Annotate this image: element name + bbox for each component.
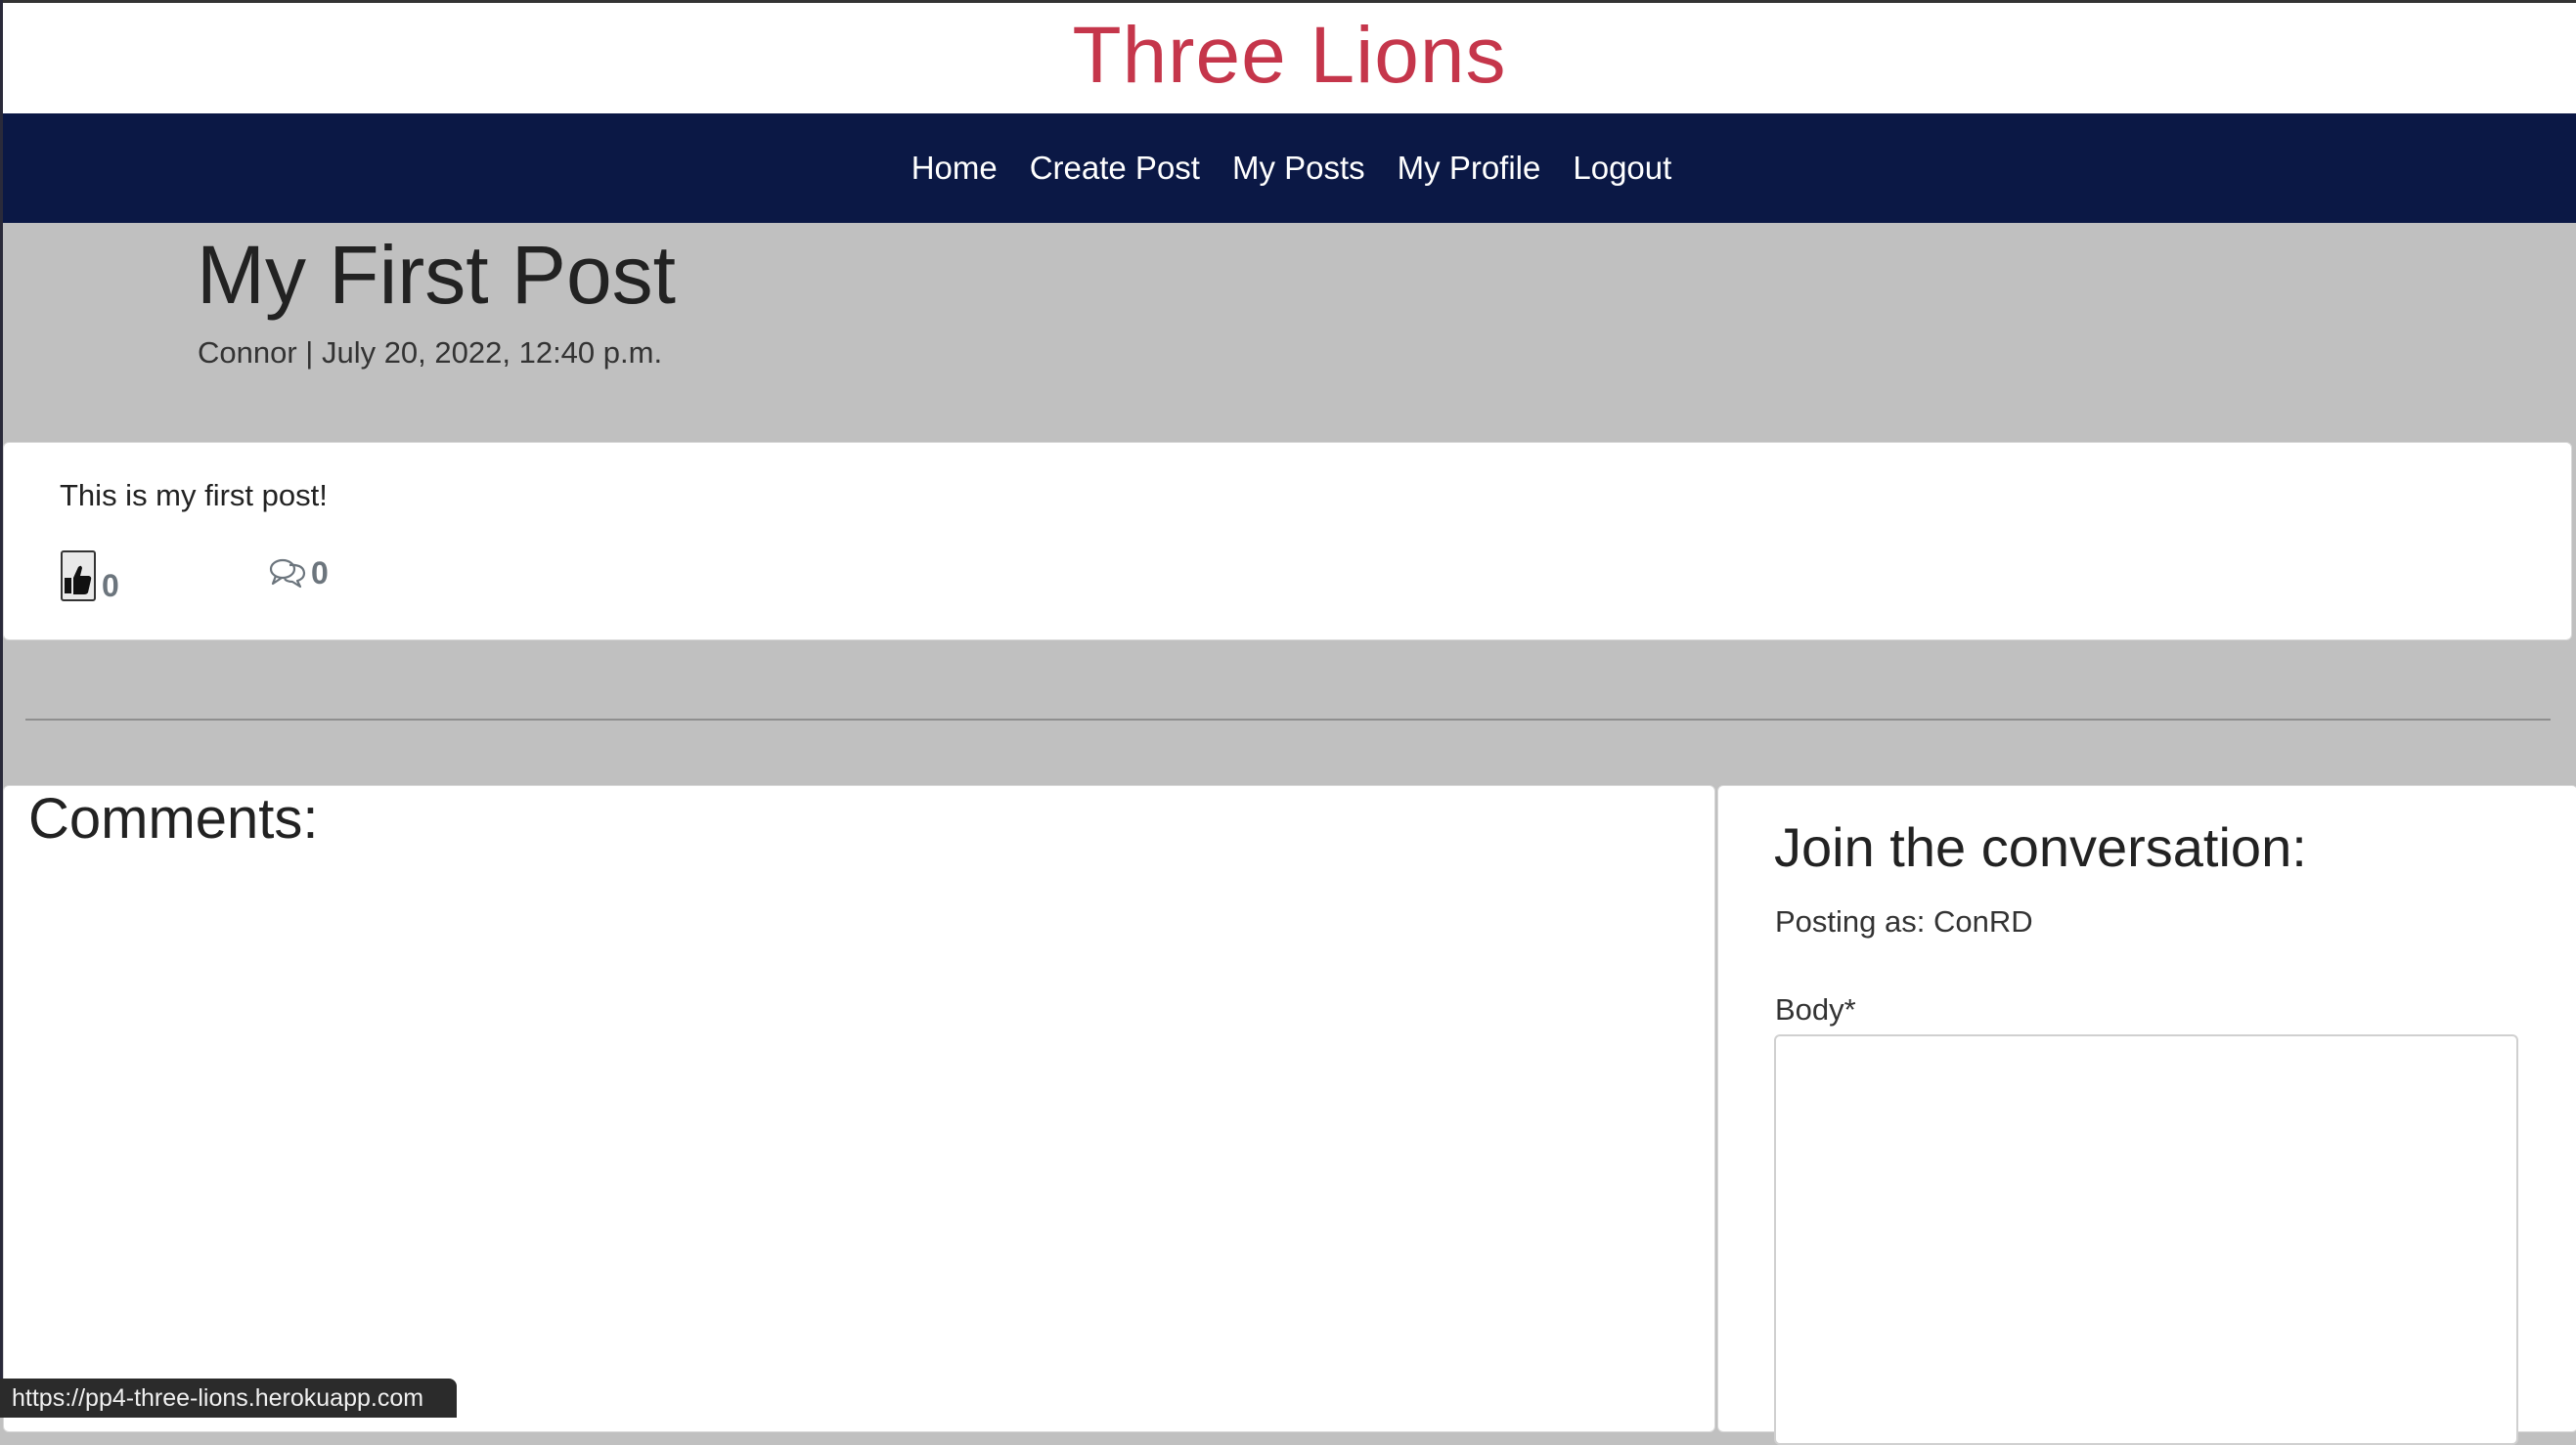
post-title: My First Post bbox=[197, 229, 677, 321]
comments-icon bbox=[269, 558, 306, 589]
section-divider bbox=[25, 719, 2551, 721]
nav-item-my-profile: My Profile bbox=[1398, 150, 1541, 187]
comments-heading: Comments: bbox=[28, 787, 319, 851]
post-content-card: This is my first post! 0 0 bbox=[3, 442, 2572, 640]
like-group: 0 bbox=[61, 550, 119, 601]
comment-body-input[interactable] bbox=[1774, 1034, 2518, 1445]
comment-form-heading: Join the conversation: bbox=[1774, 816, 2307, 878]
body-field-label: Body* bbox=[1775, 992, 1856, 1027]
link-status-bar: https://pp4-three-lions.herokuapp.com bbox=[0, 1379, 457, 1418]
post-author-date: Connor | July 20, 2022, 12:40 p.m. bbox=[198, 335, 663, 370]
like-count: 0 bbox=[102, 568, 119, 603]
brand-header: Three Lions bbox=[3, 3, 2576, 113]
comment-count-group: 0 bbox=[268, 556, 329, 590]
nav-link-logout[interactable]: Logout bbox=[1573, 150, 1671, 186]
nav-item-my-posts: My Posts bbox=[1232, 150, 1365, 187]
nav-link-my-profile[interactable]: My Profile bbox=[1398, 150, 1541, 186]
nav-link-create-post[interactable]: Create Post bbox=[1030, 150, 1200, 186]
nav-item-logout: Logout bbox=[1573, 150, 1671, 187]
post-masthead: My First Post Connor | July 20, 2022, 12… bbox=[3, 223, 2576, 442]
nav-item-home: Home bbox=[911, 150, 998, 187]
main-navbar: Home Create Post My Posts My Profile Log… bbox=[3, 113, 2576, 223]
post-body-text: This is my first post! bbox=[60, 478, 328, 512]
nav-link-home[interactable]: Home bbox=[911, 150, 998, 186]
like-button[interactable] bbox=[61, 550, 96, 601]
nav-list: Home Create Post My Posts My Profile Log… bbox=[911, 150, 1672, 187]
comments-panel: Comments: bbox=[3, 785, 1715, 1432]
comment-count: 0 bbox=[311, 555, 329, 591]
nav-link-my-posts[interactable]: My Posts bbox=[1232, 150, 1365, 186]
posting-as-label: Posting as: ConRD bbox=[1775, 904, 2033, 939]
site-logo-title[interactable]: Three Lions bbox=[1072, 10, 1506, 102]
nav-item-create-post: Create Post bbox=[1030, 150, 1200, 187]
thumbs-up-icon bbox=[65, 565, 92, 594]
comment-form-panel: Join the conversation: Posting as: ConRD… bbox=[1717, 785, 2576, 1445]
